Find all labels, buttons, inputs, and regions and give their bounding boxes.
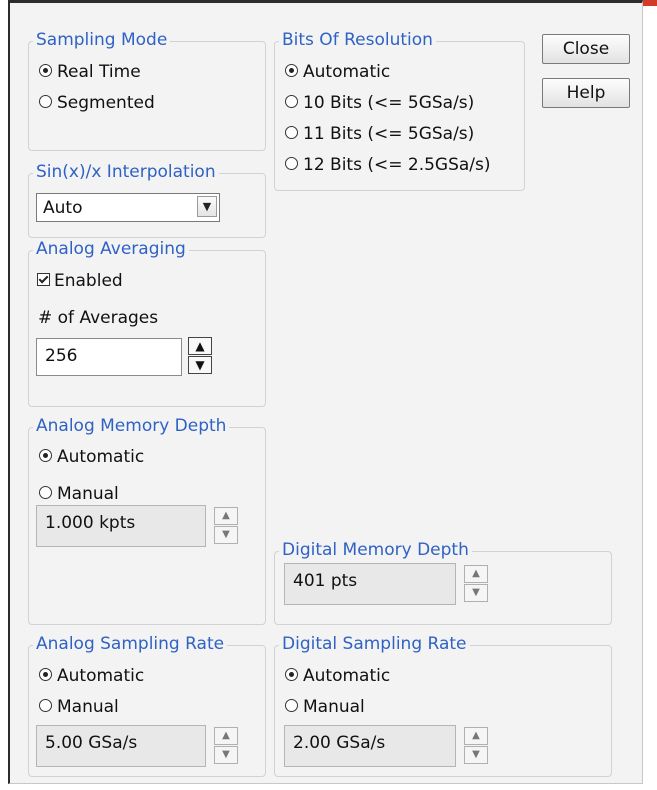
radio-bits-12-label: 12 Bits (<= 2.5GSa/s) [303,155,491,175]
radio-digital-rate-manual[interactable]: Manual [285,697,365,717]
analog-averaging-group: Analog Averaging Enabled # of Averages [28,239,266,407]
radio-bits-automatic-label: Automatic [303,62,391,82]
radio-bits-10-label: 10 Bits (<= 5GSa/s) [303,93,475,113]
analog-averaging-title: Analog Averaging [33,239,189,259]
analog-memory-depth-value: 1.000 kpts [45,513,136,533]
digital-memory-depth-field: 401 pts [284,563,456,605]
stepper-up-icon[interactable]: ▲ [188,337,212,355]
radio-bits-11[interactable]: 11 Bits (<= 5GSa/s) [285,124,474,144]
digital-memory-depth-stepper: ▲ ▼ [464,565,488,603]
analog-sampling-rate-title: Analog Sampling Rate [33,634,228,654]
bits-of-resolution-group: Bits Of Resolution Automatic 10 Bits (<=… [274,30,525,191]
radio-unselected-icon [285,157,298,170]
radio-real-time-label: Real Time [57,62,141,82]
radio-analog-rate-manual[interactable]: Manual [39,697,119,717]
radio-selected-icon [39,668,52,681]
radio-selected-icon [285,64,298,77]
interpolation-title: Sin(x)/x Interpolation [33,162,219,182]
radio-memory-manual-label: Manual [57,484,119,504]
interpolation-select[interactable]: Auto ▼ [36,193,220,222]
radio-segmented[interactable]: Segmented [39,93,155,113]
analog-memory-depth-stepper: ▲ ▼ [214,507,238,545]
radio-unselected-icon [39,486,52,499]
stepper-down-icon: ▼ [464,746,488,764]
stepper-down-icon: ▼ [214,746,238,764]
radio-bits-automatic[interactable]: Automatic [285,62,390,82]
stepper-up-icon: ▲ [214,727,238,745]
stepper-down-icon: ▼ [214,526,238,544]
enabled-checkbox-label: Enabled [54,271,123,291]
analog-sampling-rate-field: 5.00 GSa/s [36,725,206,767]
bits-of-resolution-title: Bits Of Resolution [279,30,436,50]
radio-selected-icon [39,64,52,77]
chevron-down-icon[interactable]: ▼ [197,196,217,217]
radio-memory-manual[interactable]: Manual [39,484,119,504]
checkbox-checked-icon [37,273,50,286]
radio-selected-icon [285,668,298,681]
sampling-mode-title: Sampling Mode [33,30,171,50]
radio-analog-rate-automatic-label: Automatic [57,666,145,686]
digital-sampling-rate-field: 2.00 GSa/s [284,725,456,767]
digital-sampling-rate-title: Digital Sampling Rate [279,634,470,654]
digital-memory-depth-value: 401 pts [293,571,358,591]
acquisition-dialog: Sampling Mode Real Time Segmented Bits O… [8,0,643,784]
averages-input-value: 256 [45,346,78,366]
averages-input[interactable]: 256 [36,338,182,376]
radio-unselected-icon [285,699,298,712]
radio-digital-rate-manual-label: Manual [303,697,365,717]
radio-analog-rate-manual-label: Manual [57,697,119,717]
radio-unselected-icon [285,126,298,139]
analog-memory-depth-field: 1.000 kpts [36,505,206,547]
help-button[interactable]: Help [542,78,630,108]
analog-sampling-rate-stepper: ▲ ▼ [214,727,238,765]
radio-segmented-label: Segmented [57,93,155,113]
radio-unselected-icon [39,95,52,108]
radio-bits-10[interactable]: 10 Bits (<= 5GSa/s) [285,93,474,113]
radio-digital-rate-automatic-label: Automatic [303,666,391,686]
stepper-up-icon: ▲ [214,507,238,525]
analog-memory-depth-title: Analog Memory Depth [33,416,230,436]
stepper-up-icon: ▲ [464,727,488,745]
radio-unselected-icon [285,95,298,108]
stepper-down-icon: ▼ [464,584,488,602]
radio-memory-automatic[interactable]: Automatic [39,447,144,467]
averages-stepper[interactable]: ▲ ▼ [188,337,212,375]
interpolation-select-value: Auto [43,198,83,218]
close-button[interactable]: Close [542,34,630,64]
radio-bits-11-label: 11 Bits (<= 5GSa/s) [303,124,475,144]
digital-sampling-rate-stepper: ▲ ▼ [464,727,488,765]
stepper-up-icon: ▲ [464,565,488,583]
digital-sampling-rate-value: 2.00 GSa/s [293,733,386,753]
radio-unselected-icon [39,699,52,712]
radio-memory-automatic-label: Automatic [57,447,145,467]
radio-selected-icon [39,449,52,462]
averages-label: # of Averages [38,308,159,328]
radio-real-time[interactable]: Real Time [39,62,141,82]
analog-sampling-rate-value: 5.00 GSa/s [45,733,138,753]
enabled-checkbox[interactable]: Enabled [37,271,123,291]
window-corner [642,0,657,6]
sampling-mode-group: Sampling Mode Real Time Segmented [28,30,266,151]
stepper-down-icon[interactable]: ▼ [188,356,212,374]
digital-memory-depth-title: Digital Memory Depth [279,540,472,560]
radio-analog-rate-automatic[interactable]: Automatic [39,666,144,686]
radio-digital-rate-automatic[interactable]: Automatic [285,666,390,686]
radio-bits-12[interactable]: 12 Bits (<= 2.5GSa/s) [285,155,491,175]
